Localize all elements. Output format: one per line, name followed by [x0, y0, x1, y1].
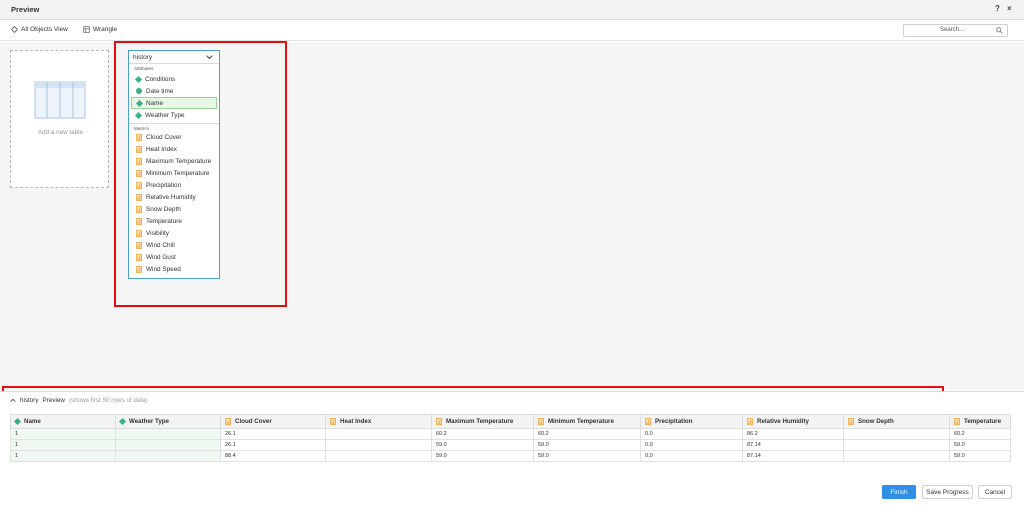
attribute-icon: [13, 417, 22, 425]
table-cell: 0.0: [640, 450, 743, 462]
title-bar: Preview ? ×: [0, 0, 1024, 20]
column-label: Heat Index: [340, 418, 372, 426]
column-label: Relative Humidity: [757, 418, 809, 426]
table-cell: 1: [10, 450, 116, 462]
column-header-maximum-temperature[interactable]: Maximum Temperature: [431, 414, 534, 429]
table-cell: 59.0: [431, 450, 534, 462]
metric-icon: [538, 418, 544, 425]
column-label: Temperature: [964, 418, 1002, 426]
table-cell: [115, 439, 221, 451]
table-cell: 60.2: [533, 428, 641, 440]
table-cell: [843, 428, 950, 440]
table-row: 1 26.1 60.2 60.2 0.0 86.2 60.2: [10, 428, 1011, 440]
table-icon: [34, 81, 86, 119]
toolbar: All Objects View Wrangle Search...: [0, 21, 1024, 41]
table-cell: 59.0: [949, 450, 1011, 462]
table-cell: 59.0: [949, 439, 1011, 451]
all-objects-view-button[interactable]: All Objects View: [11, 26, 68, 33]
metric-icon: [954, 418, 960, 425]
table-cell: [843, 439, 950, 451]
table-header-row: Name Weather Type Cloud Cover Heat Index…: [10, 414, 1011, 429]
preview-table-name: history: [20, 397, 39, 404]
chevron-up-icon[interactable]: [10, 398, 16, 403]
table-cell: 59.0: [533, 439, 641, 451]
table-cell: 26.1: [220, 439, 326, 451]
column-label: Precipitation: [655, 418, 693, 426]
metric-icon: [848, 418, 854, 425]
highlight-box-table-card: [114, 41, 287, 307]
column-header-heat-index[interactable]: Heat Index: [325, 414, 432, 429]
column-header-temperature[interactable]: Temperature: [949, 414, 1011, 429]
metric-icon: [436, 418, 442, 425]
table-cell: 87.14: [742, 439, 844, 451]
column-label: Snow Depth: [858, 418, 894, 426]
search-placeholder: Search...: [940, 27, 965, 33]
table-cell: 59.0: [533, 450, 641, 462]
column-header-precipitation[interactable]: Precipitation: [640, 414, 743, 429]
table-cell: 1: [10, 439, 116, 451]
table-cell: 88.4: [220, 450, 326, 462]
preview-subtitle: (shows first 50 rows of data): [68, 397, 148, 404]
table-cell: 60.2: [431, 428, 534, 440]
table-cell: 26.1: [220, 428, 326, 440]
table-cell: 60.2: [949, 428, 1011, 440]
table-cell: 1: [10, 428, 116, 440]
help-button[interactable]: ?: [995, 4, 1000, 13]
preview-title: Preview: [42, 397, 65, 404]
table-cell: [325, 450, 432, 462]
finish-button[interactable]: Finish: [882, 485, 916, 499]
table-cell: 59.0: [431, 439, 534, 451]
column-header-cloud-cover[interactable]: Cloud Cover: [220, 414, 326, 429]
save-progress-button[interactable]: Save Progress: [922, 485, 973, 499]
add-new-table-tile[interactable]: Add a new table: [10, 50, 109, 188]
table-cell: [325, 439, 432, 451]
column-header-name[interactable]: Name: [10, 414, 116, 429]
metric-icon: [330, 418, 336, 425]
column-header-snow-depth[interactable]: Snow Depth: [843, 414, 950, 429]
metric-icon: [225, 418, 231, 425]
column-header-weather-type[interactable]: Weather Type: [115, 414, 221, 429]
wrangle-button[interactable]: Wrangle: [83, 26, 117, 33]
table-cell: [115, 450, 221, 462]
table-cell: [325, 428, 432, 440]
attribute-icon: [118, 417, 127, 425]
table-cell: 0.0: [640, 439, 743, 451]
column-label: Maximum Temperature: [446, 418, 514, 426]
column-header-minimum-temperature[interactable]: Minimum Temperature: [533, 414, 641, 429]
preview-header[interactable]: history Preview (shows first 50 rows of …: [10, 397, 148, 404]
search-icon[interactable]: [996, 27, 1003, 34]
table-cell: 87.14: [742, 450, 844, 462]
wrangle-label: Wrangle: [93, 26, 118, 33]
diamond-outline-icon: [11, 26, 18, 33]
table-cell: 0.0: [640, 428, 743, 440]
table-cell: [843, 450, 950, 462]
table-row: 1 88.4 59.0 59.0 0.0 87.14 59.0: [10, 450, 1011, 462]
table-row: 1 26.1 59.0 59.0 0.0 87.14 59.0: [10, 439, 1011, 451]
column-label: Name: [24, 418, 41, 425]
column-label: Minimum Temperature: [548, 418, 614, 426]
all-objects-view-label: All Objects View: [21, 26, 68, 33]
column-label: Cloud Cover: [235, 418, 272, 426]
close-button[interactable]: ×: [1007, 4, 1012, 13]
search-input[interactable]: Search...: [903, 24, 1008, 37]
table-cell: [115, 428, 221, 440]
preview-table: Name Weather Type Cloud Cover Heat Index…: [10, 414, 1011, 462]
metric-icon: [645, 418, 651, 425]
cancel-button[interactable]: Cancel: [978, 485, 1012, 499]
add-new-table-label: Add a new table: [37, 129, 84, 136]
column-header-relative-humidity[interactable]: Relative Humidity: [742, 414, 844, 429]
column-label: Weather Type: [129, 418, 170, 425]
metric-icon: [747, 418, 753, 425]
window-title: Preview: [11, 5, 40, 14]
wrangle-icon: [83, 26, 90, 33]
preview-panel: history Preview (shows first 50 rows of …: [0, 391, 1024, 466]
table-cell: 86.2: [742, 428, 844, 440]
dialog-footer: Finish Save Progress Cancel: [0, 467, 1024, 512]
